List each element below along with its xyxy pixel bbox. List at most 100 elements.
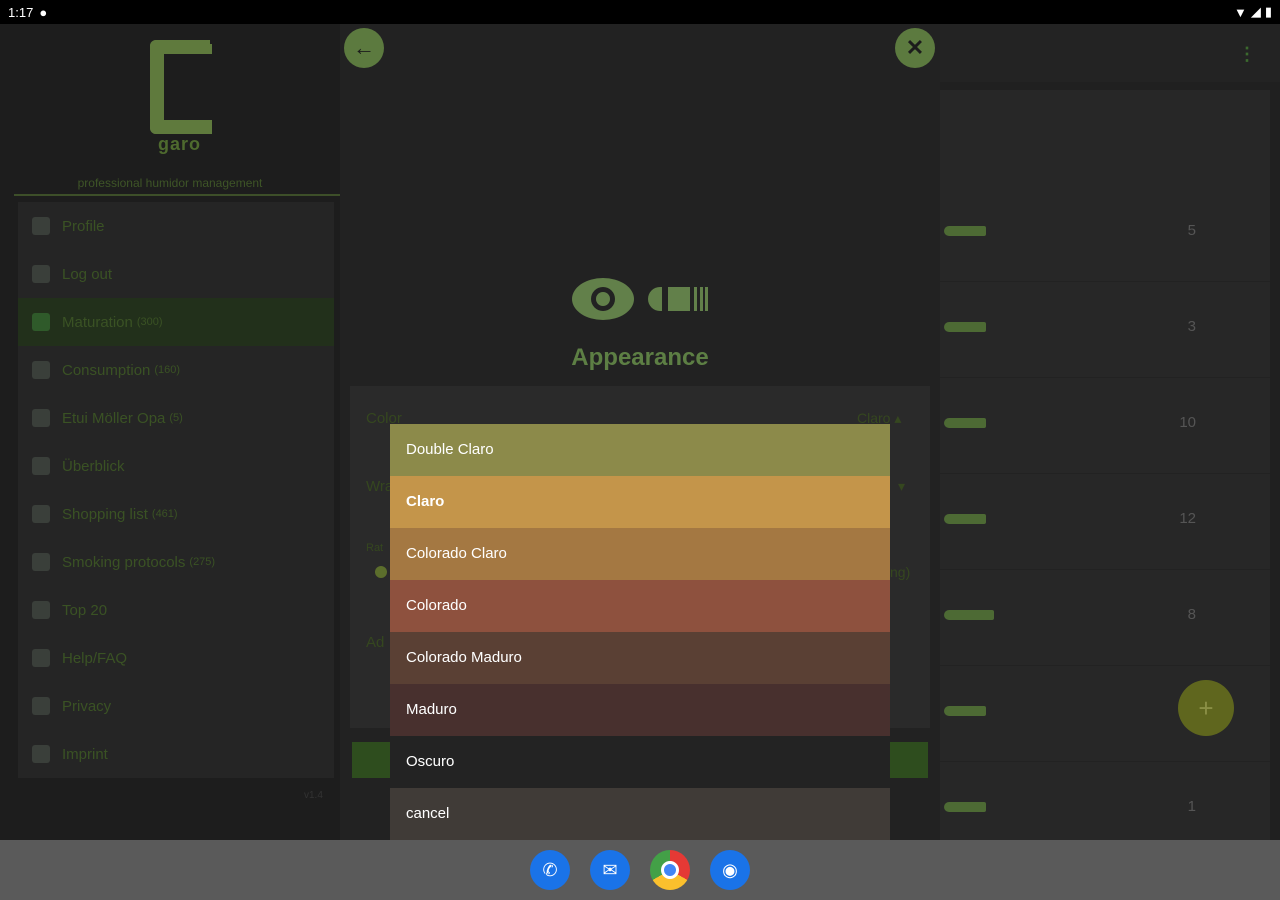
row-count: 10 (1179, 414, 1196, 431)
overflow-menu-icon[interactable]: ⋮ (1238, 44, 1256, 65)
screen: 1:17 ● ▼ ◢ ▮ garo professional humidor m… (0, 0, 1280, 900)
menu-item-count: (5) (169, 412, 183, 424)
system-dock: ✆ ✉ ◉ (0, 840, 1280, 900)
cigar-body (668, 287, 690, 311)
status-time: 1:17 (8, 4, 34, 20)
option-colorado-claro[interactable]: Colorado Claro (390, 528, 890, 580)
messages-icon[interactable]: ✉ (590, 850, 630, 890)
app-version: v1.4 (304, 790, 323, 801)
rating-slider-thumb[interactable] (375, 566, 387, 578)
eye-icon (32, 457, 50, 475)
logo-subtext: garo (158, 134, 202, 154)
chevron-up-icon: ▴ (894, 410, 902, 426)
help-icon (32, 649, 50, 667)
menu-item-maturation[interactable]: Maturation (300) (18, 298, 334, 346)
drawer-menu: Profile Log out Maturation (300) Consump… (18, 202, 334, 778)
cart-icon (32, 505, 50, 523)
row-count: 8 (1187, 606, 1196, 623)
logo-bottom-bar (170, 120, 212, 134)
close-icon: ✕ (905, 35, 925, 60)
menu-item-label: Shopping list (62, 505, 148, 523)
menu-item-label: Profile (62, 217, 105, 235)
cigar-band (705, 287, 708, 311)
trophy-icon (32, 601, 50, 619)
case-icon (32, 409, 50, 427)
option-colorado[interactable]: Colorado (390, 580, 890, 632)
list-row[interactable]: 5 (940, 186, 1270, 282)
option-colorado-maduro[interactable]: Colorado Maduro (390, 632, 890, 684)
menu-item-label: Top 20 (62, 601, 108, 619)
eye-icon (572, 278, 634, 320)
cigar-icon (944, 418, 986, 428)
rating-field-label: Rat (366, 542, 384, 554)
humidor-icon (32, 313, 50, 331)
eye-iris (596, 292, 610, 306)
status-icons: ▼ ◢ ▮ (1234, 4, 1272, 20)
menu-item-label: Privacy (62, 697, 112, 715)
menu-item-consumption[interactable]: Consumption (160) (18, 346, 334, 394)
list-header: ⋮ (940, 24, 1280, 82)
signal-icon: ◢ (1250, 4, 1261, 19)
back-button[interactable]: ← (344, 28, 384, 68)
cigar-icon (944, 226, 986, 236)
menu-item-label: Log out (62, 265, 113, 283)
cigar-band (700, 287, 703, 311)
option-maduro[interactable]: Maduro (390, 684, 890, 736)
phone-icon[interactable]: ✆ (530, 850, 570, 890)
list-row[interactable]: 8 (940, 570, 1270, 666)
camera-icon[interactable]: ◉ (710, 850, 750, 890)
menu-item-count: (461) (151, 508, 178, 520)
cigar-icon (944, 514, 986, 524)
battery-icon: ▮ (1264, 4, 1272, 19)
person-icon (32, 217, 50, 235)
message-notification-icon: ● (39, 4, 48, 20)
eye-pupil (591, 287, 615, 311)
menu-item-overview[interactable]: Überblick (18, 442, 334, 490)
cigar-icon (944, 322, 986, 332)
dialog-title: Appearance (571, 344, 709, 371)
status-bar: 1:17 ● ▼ ◢ ▮ (0, 0, 1280, 24)
info-icon (32, 745, 50, 763)
menu-item-profile[interactable]: Profile (18, 202, 334, 250)
list-row[interactable]: 3 (940, 282, 1270, 378)
menu-item-label: Consumption (62, 361, 151, 379)
menu-item-privacy[interactable]: Privacy (18, 682, 334, 730)
menu-item-label: Überblick (62, 457, 125, 475)
cigar-tip (648, 287, 662, 311)
list-row[interactable]: 10 (940, 378, 1270, 474)
color-dropdown-menu: Double Claro Claro Colorado Claro Colora… (390, 424, 890, 840)
row-count: 5 (1187, 222, 1196, 239)
option-cancel[interactable]: cancel (390, 788, 890, 840)
rating-value: ng) (890, 564, 911, 580)
row-count: 12 (1179, 510, 1196, 527)
row-count: 1 (1187, 798, 1196, 815)
menu-item-etui[interactable]: Etui Möller Opa (5) (18, 394, 334, 442)
option-oscuro[interactable]: Oscuro (390, 736, 890, 788)
menu-item-count: (300) (136, 316, 163, 328)
menu-item-imprint[interactable]: Imprint (18, 730, 334, 778)
menu-item-label: Smoking protocols (62, 553, 186, 571)
cigar-icon (648, 287, 708, 311)
chrome-center (661, 861, 679, 879)
list-row[interactable]: 12 (940, 474, 1270, 570)
menu-item-help[interactable]: Help/FAQ (18, 634, 334, 682)
cigar-icon (944, 802, 986, 812)
chevron-down-icon[interactable]: ▾ (898, 478, 905, 495)
add-fab-button[interactable]: + (1178, 680, 1234, 736)
close-button[interactable]: ✕ (895, 28, 935, 68)
menu-item-top20[interactable]: Top 20 (18, 586, 334, 634)
chrome-icon[interactable] (650, 850, 690, 890)
menu-item-smoking-protocols[interactable]: Smoking protocols (275) (18, 538, 334, 586)
option-claro[interactable]: Claro (390, 476, 890, 528)
menu-item-label: Maturation (62, 313, 133, 331)
menu-item-logout[interactable]: Log out (18, 250, 334, 298)
box-icon (32, 361, 50, 379)
app-logo (150, 40, 212, 134)
privacy-icon (32, 697, 50, 715)
add-note-label: Ad (366, 634, 385, 651)
menu-item-shopping-list[interactable]: Shopping list (461) (18, 490, 334, 538)
option-double-claro[interactable]: Double Claro (390, 424, 890, 476)
cigar-icon (944, 706, 986, 716)
menu-item-label: Etui Möller Opa (62, 409, 166, 427)
logo-top-bar (170, 44, 212, 54)
